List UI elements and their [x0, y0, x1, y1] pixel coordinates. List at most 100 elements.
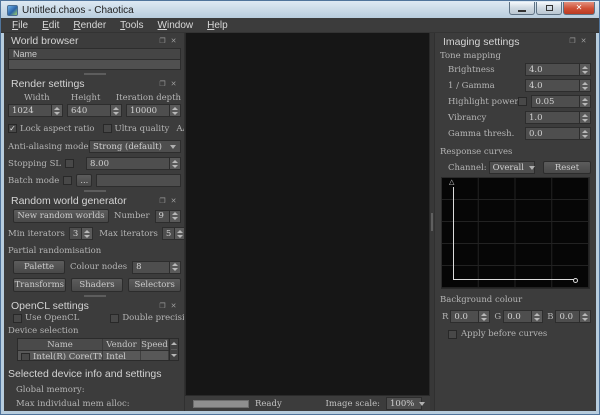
spinner-arrows-icon[interactable]: [579, 112, 590, 123]
menu-edit[interactable]: Edit: [35, 19, 66, 32]
iteration-depth-spinner[interactable]: 10000: [126, 104, 181, 117]
app-icon: [7, 5, 18, 16]
use-opencl-checkbox[interactable]: [13, 314, 22, 323]
menu-window[interactable]: Window: [151, 19, 201, 32]
spinner-arrows-icon[interactable]: [579, 64, 590, 75]
device-table-header-vendor[interactable]: Vendor: [103, 339, 141, 350]
device-table-header-speed[interactable]: Speed: [141, 339, 169, 350]
dock-float-icon[interactable]: ❐: [158, 37, 167, 46]
spinner-arrows-icon[interactable]: [110, 105, 121, 116]
curve-endpoint-handle[interactable]: [573, 278, 578, 283]
vibrancy-spinner[interactable]: 1.0: [525, 111, 591, 124]
spinner-arrows-icon[interactable]: [169, 262, 180, 273]
menu-tools[interactable]: Tools: [113, 19, 150, 32]
selectors-button[interactable]: Selectors: [128, 278, 181, 292]
double-precision-checkbox[interactable]: [110, 314, 119, 323]
dock-close-icon[interactable]: ✕: [169, 80, 178, 89]
device-table-row[interactable]: Intel(R) Core(TM)... Intel: [18, 351, 169, 361]
width-spinner[interactable]: 1024: [8, 104, 63, 117]
world-browser-list[interactable]: [8, 60, 181, 70]
blue-spinner[interactable]: 0.0: [555, 310, 591, 323]
maximize-button[interactable]: [536, 2, 562, 15]
dock-close-icon[interactable]: ✕: [579, 37, 588, 46]
green-spinner[interactable]: 0.0: [503, 310, 543, 323]
shaders-button[interactable]: Shaders: [71, 278, 124, 292]
colour-nodes-spinner[interactable]: 8: [132, 261, 181, 274]
dock-splitter[interactable]: [8, 70, 181, 77]
inv-gamma-spinner[interactable]: 4.0: [525, 79, 591, 92]
dock-close-icon[interactable]: ✕: [169, 37, 178, 46]
device-table-header-name[interactable]: Name: [18, 339, 103, 350]
stopping-sl-checkbox[interactable]: [65, 159, 74, 168]
image-scale-dropdown[interactable]: 100%: [386, 397, 422, 410]
spinner-arrows-icon[interactable]: [579, 80, 590, 91]
red-label: R: [442, 312, 448, 322]
spinner-arrows-icon[interactable]: [81, 228, 92, 239]
scroll-up-icon[interactable]: [170, 339, 178, 348]
spinner-arrows-icon[interactable]: [579, 128, 590, 139]
width-value: 1024: [9, 105, 51, 116]
spinner-arrows-icon[interactable]: [478, 311, 489, 322]
batch-mode-label: Batch mode: [8, 176, 59, 186]
use-opencl-label: Use OpenCL: [25, 313, 79, 323]
apply-before-curves-checkbox[interactable]: [448, 330, 457, 339]
batch-browse-button[interactable]: ...: [76, 174, 92, 187]
dock-float-icon[interactable]: ❐: [158, 302, 167, 311]
batch-mode-checkbox[interactable]: [63, 176, 72, 185]
dock-float-icon[interactable]: ❐: [158, 197, 167, 206]
dock-splitter[interactable]: [8, 187, 181, 194]
menu-help[interactable]: Help: [200, 19, 235, 32]
reset-curves-button[interactable]: Reset: [543, 161, 591, 174]
red-value: 0.0: [451, 311, 478, 322]
red-spinner[interactable]: 0.0: [450, 310, 490, 323]
highlight-power-checkbox[interactable]: [518, 97, 527, 106]
spinner-arrows-icon[interactable]: [169, 158, 180, 169]
stopping-sl-spinner[interactable]: 8.00: [86, 157, 181, 170]
render-viewport[interactable]: [185, 33, 430, 396]
device-checkbox[interactable]: [21, 353, 30, 361]
spinner-arrows-icon[interactable]: [579, 311, 590, 322]
number-spinner[interactable]: 9: [155, 210, 181, 223]
channel-dropdown[interactable]: Overall: [489, 161, 535, 174]
ultra-quality-checkbox[interactable]: [103, 124, 112, 133]
number-value: 9: [156, 211, 169, 222]
spinner-arrows-icon[interactable]: [169, 211, 180, 222]
minimize-button[interactable]: [509, 2, 535, 15]
brightness-spinner[interactable]: 4.0: [525, 63, 591, 76]
max-iterators-spinner[interactable]: 5: [162, 227, 185, 240]
spinner-arrows-icon[interactable]: [174, 228, 185, 239]
palette-button[interactable]: Palette: [13, 260, 65, 274]
new-random-worlds-button[interactable]: New random worlds: [13, 209, 109, 223]
spinner-arrows-icon[interactable]: [531, 311, 542, 322]
menu-file[interactable]: File: [5, 19, 35, 32]
brightness-value: 4.0: [526, 64, 579, 75]
title-bar[interactable]: Untitled.chaos - Chaotica ✕: [1, 1, 599, 18]
response-curve-canvas[interactable]: △: [441, 177, 590, 289]
dock-float-icon[interactable]: ❐: [158, 80, 167, 89]
spinner-arrows-icon[interactable]: [51, 105, 62, 116]
chevron-down-icon: [170, 145, 176, 149]
device-name: Intel(R) Core(TM)...: [33, 352, 103, 361]
dock-float-icon[interactable]: ❐: [568, 37, 577, 46]
aa-level-label: AA level: [176, 124, 185, 134]
highlight-power-spinner[interactable]: 0.05: [531, 95, 591, 108]
device-table-scrollbar[interactable]: [169, 339, 178, 360]
device-table[interactable]: Name Vendor Speed Intel(R) Core(TM)... I…: [17, 338, 179, 361]
transforms-button[interactable]: Transforms: [13, 278, 66, 292]
min-iterators-spinner[interactable]: 3: [69, 227, 93, 240]
menu-render[interactable]: Render: [66, 19, 113, 32]
height-spinner[interactable]: 640: [67, 104, 122, 117]
dock-splitter[interactable]: [8, 292, 181, 299]
dock-close-icon[interactable]: ✕: [169, 197, 178, 206]
world-browser-name-column-header[interactable]: Name: [8, 48, 181, 60]
lock-aspect-checkbox[interactable]: [8, 124, 17, 133]
gamma-thresh-spinner[interactable]: 0.0: [525, 127, 591, 140]
spinner-arrows-icon[interactable]: [579, 96, 590, 107]
batch-path-field[interactable]: [96, 174, 181, 187]
scrollbar-thumb[interactable]: [171, 349, 177, 350]
aa-mode-dropdown[interactable]: Strong (default): [89, 140, 181, 153]
scroll-down-icon[interactable]: [170, 351, 178, 360]
spinner-arrows-icon[interactable]: [169, 105, 180, 116]
close-button[interactable]: ✕: [563, 2, 595, 15]
dock-close-icon[interactable]: ✕: [169, 302, 178, 311]
